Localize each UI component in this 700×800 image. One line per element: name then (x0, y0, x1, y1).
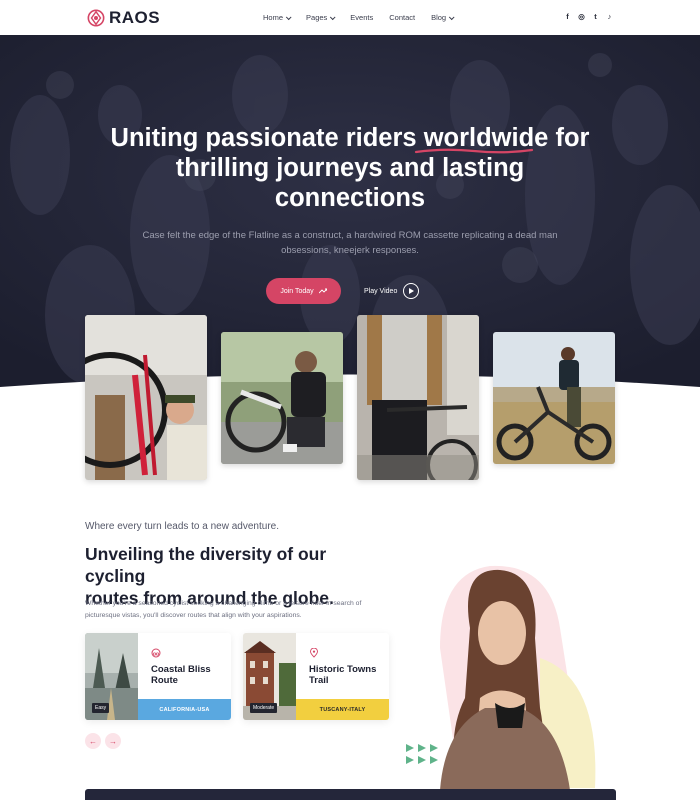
footer-banner (85, 789, 616, 800)
play-video-label: Play Video (364, 287, 398, 295)
next-arrow-button[interactable]: → (105, 733, 121, 749)
route-location-band: CALIFORNIA-USA (138, 699, 231, 720)
instagram-icon[interactable]: ◎ (578, 12, 585, 21)
bike-icon (151, 648, 161, 658)
social-links: f ◎ t ♪ (564, 12, 613, 21)
nav-item-home[interactable]: Home (263, 13, 292, 22)
main-menu: Home Pages Events Contact Blog (263, 0, 469, 35)
hero-subtitle-line1: Case felt the edge of the Flatline as a … (142, 230, 558, 241)
hero-title-part2: for (548, 124, 590, 152)
gallery-photo-mechanic[interactable] (85, 315, 207, 480)
twitter-icon[interactable]: t (592, 12, 599, 21)
nav-item-label: Events (350, 13, 374, 22)
prev-arrow-button[interactable]: ← (85, 733, 101, 749)
route-location-band: TUSCANY-ITALY (296, 699, 389, 720)
chevron-down-icon (285, 13, 292, 20)
routes-title-line1: Unveiling the diversity of our cycling (85, 544, 327, 586)
route-card-coastal[interactable]: Easy Coastal Bliss Route CALIFORNIA-USA (85, 633, 231, 720)
join-today-label: Join Today (280, 287, 314, 295)
tiktok-icon[interactable]: ♪ (606, 12, 613, 21)
routes-description: Whether you're a seasoned cyclist seekin… (85, 598, 375, 622)
gallery-photo-repair[interactable] (221, 332, 343, 464)
hero-title-part1: Uniting passionate riders (110, 124, 424, 152)
routes-eyebrow: Where every turn leads to a new adventur… (85, 521, 279, 532)
nav-item-events[interactable]: Events (350, 13, 373, 22)
difficulty-badge: Easy (92, 703, 110, 713)
logo-icon (87, 9, 105, 26)
routes-desc-line1: Whether you're a seasoned cyclist seekin… (85, 600, 362, 607)
brand-name: RAOS (109, 7, 161, 27)
hero-title-line3: connections (274, 184, 426, 212)
nav-item-blog[interactable]: Blog (431, 13, 455, 22)
routes-desc-line2: picturesque vistas, you'll discover rout… (85, 612, 302, 619)
play-video-button[interactable]: Play Video (364, 283, 420, 299)
photo-repair-image (221, 332, 343, 464)
map-pin-icon (310, 648, 318, 658)
gallery-photo-ebike[interactable] (493, 332, 615, 464)
photo-ebike-image (493, 332, 615, 464)
facebook-icon[interactable]: f (564, 12, 571, 21)
route-card-title: Coastal Bliss Route (151, 664, 211, 686)
nav-item-contact[interactable]: Contact (389, 13, 415, 22)
top-navbar: RAOS Home Pages Events Contact Blog f ◎ t ♪ (0, 0, 700, 35)
gallery-photo-rider-jacket[interactable] (357, 315, 479, 480)
nav-item-label: Contact (389, 13, 416, 22)
route-card-historic[interactable]: Moderate Historic Towns Trail TUSCANY-IT… (243, 633, 389, 720)
join-today-button[interactable]: Join Today (266, 278, 341, 304)
nav-item-pages[interactable]: Pages (306, 13, 336, 22)
highlight-underline (414, 148, 534, 154)
hero-subtitle: Case felt the edge of the Flatline as a … (0, 228, 700, 258)
chevron-down-icon (330, 13, 336, 20)
nav-item-label: Pages (306, 13, 328, 22)
hero-subtitle-line2: obsessions, kneejerk responses. (281, 245, 419, 256)
hero-title: Uniting passionate riders worldwide for … (0, 123, 700, 213)
photo-rider-jacket-image (357, 315, 479, 480)
play-icon (403, 283, 420, 299)
brand-logo[interactable]: RAOS (87, 8, 160, 28)
trend-arrow-icon (318, 288, 327, 294)
photo-mechanic-image (85, 315, 207, 480)
portrait-illustration (406, 565, 596, 790)
route-card-title: Historic Towns Trail (309, 664, 377, 686)
difficulty-badge: Moderate (250, 703, 278, 713)
nav-item-label: Home (263, 13, 284, 22)
chevron-down-icon (448, 13, 455, 20)
nav-item-label: Blog (431, 13, 447, 22)
hero-title-line2: thrilling journeys and lasting (175, 154, 525, 182)
